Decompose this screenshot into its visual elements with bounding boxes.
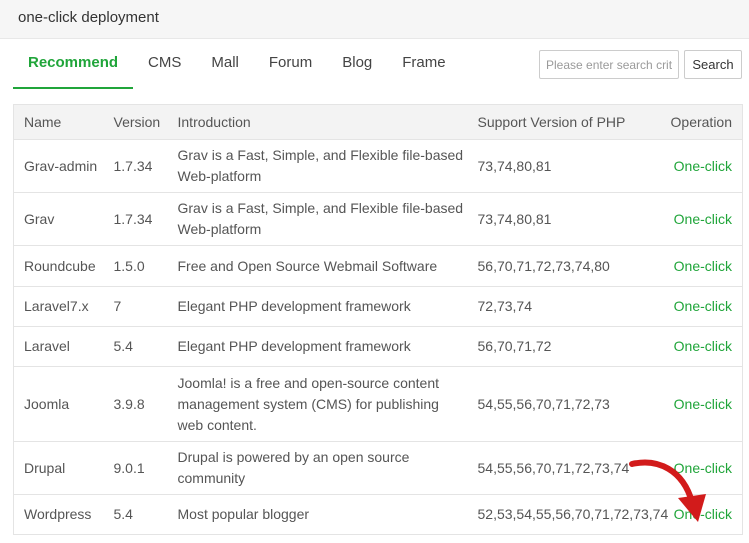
cell-introduction: Elegant PHP development framework [167,326,468,367]
table-row: Laravel 5.4 Elegant PHP development fram… [13,326,743,367]
search-button[interactable]: Search [684,50,742,79]
one-click-button[interactable]: One-click [647,366,743,442]
tab-forum[interactable]: Forum [254,40,327,89]
cell-name: Wordpress [13,494,104,535]
header-php-version: Support Version of PHP [467,104,648,140]
one-click-button[interactable]: One-click [647,286,743,327]
cell-introduction: Grav is a Fast, Simple, and Flexible fil… [167,192,468,246]
cell-version: 5.4 [103,494,168,535]
search-input[interactable] [539,50,679,79]
category-tabs: Recommend CMS Mall Forum Blog Frame [13,40,461,89]
tab-mall[interactable]: Mall [196,40,254,89]
cell-introduction: Elegant PHP development framework [167,286,468,327]
cell-php-version: 56,70,71,72,73,74,80 [467,245,648,287]
cell-version: 9.0.1 [103,441,168,495]
cell-php-version: 54,55,56,70,71,72,73,74 [467,441,648,495]
table-row: Roundcube 1.5.0 Free and Open Source Web… [13,245,743,287]
cell-version: 1.7.34 [103,139,168,193]
one-click-button[interactable]: One-click [647,192,743,246]
app-table: Name Version Introduction Support Versio… [13,104,743,535]
cell-introduction: Drupal is powered by an open source comm… [167,441,468,495]
cell-name: Laravel7.x [13,286,104,327]
cell-introduction: Grav is a Fast, Simple, and Flexible fil… [167,139,468,193]
cell-name: Drupal [13,441,104,495]
tab-recommend[interactable]: Recommend [13,40,134,89]
cell-version: 3.9.8 [103,366,168,442]
cell-name: Grav-admin [13,139,104,193]
header-name: Name [13,104,104,140]
cell-php-version: 52,53,54,55,56,70,71,72,73,74 [467,494,668,535]
cell-name: Grav [13,192,104,246]
header-operation: Operation [647,104,743,140]
table-row: Joomla 3.9.8 Joomla! is a free and open-… [13,366,743,442]
cell-php-version: 73,74,80,81 [467,192,648,246]
cell-introduction: Free and Open Source Webmail Software [167,245,468,287]
window-titlebar: one-click deployment [0,0,749,39]
deployment-table: Name Version Introduction Support Versio… [13,104,743,535]
table-row: Wordpress 5.4 Most popular blogger 52,53… [13,494,743,535]
window-title: one-click deployment [18,9,159,26]
table-row: Laravel7.x 7 Elegant PHP development fra… [13,286,743,327]
tab-frame[interactable]: Frame [387,40,460,89]
one-click-button[interactable]: One-click [647,245,743,287]
cell-introduction: Joomla! is a free and open-source conten… [167,366,468,442]
one-click-button[interactable]: One-click [647,326,743,367]
cell-php-version: 56,70,71,72 [467,326,648,367]
cell-version: 1.7.34 [103,192,168,246]
table-row: Grav-admin 1.7.34 Grav is a Fast, Simple… [13,139,743,193]
table-row: Grav 1.7.34 Grav is a Fast, Simple, and … [13,192,743,246]
cell-php-version: 72,73,74 [467,286,648,327]
cell-name: Joomla [13,366,104,442]
table-header-row: Name Version Introduction Support Versio… [13,104,743,140]
tab-cms[interactable]: CMS [133,40,196,89]
cell-php-version: 54,55,56,70,71,72,73 [467,366,648,442]
header-introduction: Introduction [167,104,468,140]
one-click-button[interactable]: One-click [647,441,743,495]
one-click-button[interactable]: One-click [647,139,743,193]
cell-introduction: Most popular blogger [167,494,468,535]
tab-blog[interactable]: Blog [327,40,387,89]
cell-php-version: 73,74,80,81 [467,139,648,193]
cell-version: 5.4 [103,326,168,367]
cell-version: 1.5.0 [103,245,168,287]
cell-name: Laravel [13,326,104,367]
header-version: Version [103,104,168,140]
cell-version: 7 [103,286,168,327]
cell-name: Roundcube [13,245,104,287]
table-row: Drupal 9.0.1 Drupal is powered by an ope… [13,441,743,495]
